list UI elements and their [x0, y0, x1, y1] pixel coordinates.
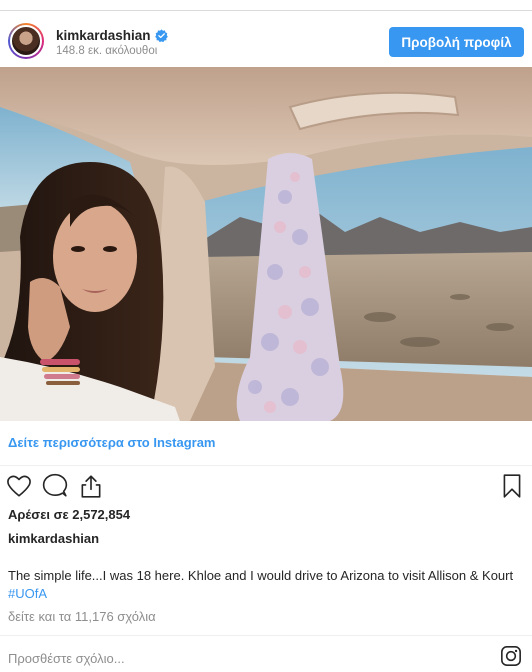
bookmark-icon[interactable] [499, 473, 525, 499]
divider [0, 465, 532, 466]
share-icon[interactable] [78, 473, 104, 499]
caption-author[interactable]: kimkardashian [8, 531, 99, 546]
avatar-image [10, 25, 42, 57]
view-profile-button[interactable]: Προβολή προφίλ [389, 27, 524, 57]
followers-count: 148.8 εκ. ακόλουθοι [56, 45, 158, 57]
add-comment-input[interactable]: Προσθέστε σχόλιο... [8, 651, 125, 666]
likes-count[interactable]: Αρέσει σε 2,572,854 [8, 507, 130, 522]
post-photo[interactable] [0, 67, 532, 421]
post-photo-image [0, 67, 532, 421]
divider [0, 635, 532, 636]
username-link[interactable]: kimkardashian [56, 28, 151, 43]
heart-icon[interactable] [6, 473, 32, 499]
view-more-on-instagram-link[interactable]: Δείτε περισσότερα στο Instagram [8, 435, 216, 450]
hashtag-link[interactable]: #UOfA [8, 586, 47, 601]
action-bar [0, 471, 532, 501]
caption: The simple life...I was 18 here. Khloe a… [8, 567, 524, 603]
username-row: kimkardashian [56, 28, 168, 43]
instagram-embed-card: kimkardashian 148.8 εκ. ακόλουθοι Προβολ… [0, 10, 532, 672]
caption-text: The simple life...I was 18 here. Khloe a… [8, 568, 514, 583]
view-all-comments-link[interactable]: δείτε και τα 11,176 σχόλια [8, 609, 156, 624]
avatar[interactable] [8, 23, 44, 59]
comment-icon[interactable] [42, 473, 68, 499]
instagram-logo-icon[interactable] [500, 645, 522, 667]
verified-badge-icon [154, 29, 168, 42]
post-header: kimkardashian 148.8 εκ. ακόλουθοι Προβολ… [0, 11, 532, 67]
